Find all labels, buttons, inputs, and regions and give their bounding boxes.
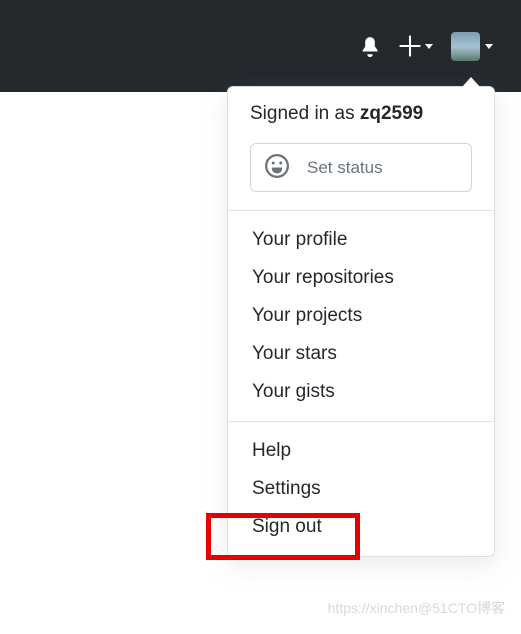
smiley-icon	[265, 154, 289, 181]
set-status-button[interactable]: Set status	[250, 143, 472, 192]
menu-your-stars[interactable]: Your stars	[228, 335, 494, 373]
top-header	[0, 0, 521, 92]
avatar	[451, 32, 480, 61]
menu-section-2: Help Settings Sign out	[228, 422, 494, 556]
menu-help[interactable]: Help	[228, 432, 494, 470]
create-new-dropdown[interactable]	[399, 35, 433, 57]
signed-in-prefix: Signed in as	[250, 103, 360, 124]
menu-section-1: Your profile Your repositories Your proj…	[228, 211, 494, 421]
user-menu-toggle[interactable]	[451, 32, 493, 61]
bell-icon[interactable]	[359, 35, 381, 57]
menu-sign-out[interactable]: Sign out	[228, 508, 494, 546]
menu-your-repositories[interactable]: Your repositories	[228, 259, 494, 297]
plus-icon	[399, 35, 421, 57]
signed-in-label: Signed in as zq2599	[228, 87, 494, 143]
user-dropdown: Signed in as zq2599 Set status Your prof…	[227, 86, 495, 557]
menu-your-gists[interactable]: Your gists	[228, 373, 494, 411]
caret-down-icon	[485, 44, 493, 49]
caret-down-icon	[425, 44, 433, 49]
watermark: https://xinchen@51CTO博客	[328, 598, 505, 618]
status-label: Set status	[307, 158, 383, 178]
status-row: Set status	[228, 143, 494, 210]
menu-settings[interactable]: Settings	[228, 470, 494, 508]
menu-your-projects[interactable]: Your projects	[228, 297, 494, 335]
username: zq2599	[360, 103, 423, 124]
menu-your-profile[interactable]: Your profile	[228, 221, 494, 259]
